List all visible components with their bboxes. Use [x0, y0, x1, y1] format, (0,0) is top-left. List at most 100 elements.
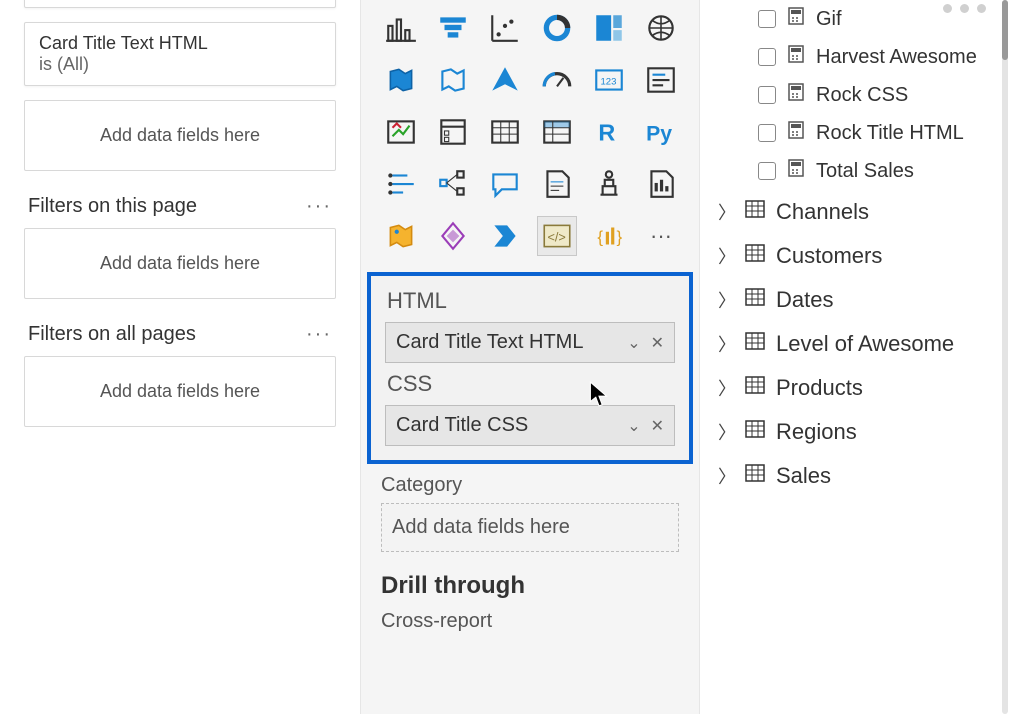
viz-card-icon[interactable]: 123 [589, 60, 629, 100]
filter-dropzone-all[interactable]: Add data fields here [24, 356, 336, 427]
dot-icon [977, 4, 986, 13]
table-item[interactable]: 〉 Customers [700, 234, 1010, 278]
viz-html-content-icon[interactable]: </> [537, 216, 577, 256]
filters-page-header: Filters on this page [28, 195, 197, 218]
field-item[interactable]: Harvest Awesome [700, 38, 1010, 76]
viz-filled-map-icon[interactable] [381, 60, 421, 100]
visualizations-panel: 123 R Py </> {} ··· HTML Card Title Text… [360, 0, 700, 714]
dropzone-label: Add data fields here [100, 125, 260, 145]
viz-donut-icon[interactable] [537, 8, 577, 48]
table-item[interactable]: 〉 Products [700, 366, 1010, 410]
table-item[interactable]: 〉Level of Awesome [700, 322, 1010, 366]
viz-clustered-column-icon[interactable] [381, 8, 421, 48]
close-icon[interactable]: ✕ [651, 333, 664, 353]
viz-qa-icon[interactable] [485, 164, 525, 204]
chevron-right-icon: 〉 [718, 243, 734, 269]
table-label: Sales [776, 463, 831, 489]
dropzone-label: Add data fields here [100, 381, 260, 401]
filter-dropzone-page[interactable]: Add data fields here [24, 228, 336, 299]
well-chip-html[interactable]: Card Title Text HTML ⌄ ✕ [385, 322, 675, 363]
chevron-right-icon: 〉 [718, 375, 734, 401]
table-icon [744, 330, 766, 358]
filter-card[interactable]: Card Title Text HTML is (All) [24, 22, 336, 86]
ellipsis-icon[interactable]: ··· [306, 323, 332, 346]
viz-r-script-icon[interactable]: R [589, 112, 629, 152]
viz-table-icon[interactable] [485, 112, 525, 152]
table-item[interactable]: 〉 Channels [700, 190, 1010, 234]
scrollbar-thumb[interactable] [1002, 0, 1008, 60]
svg-text:123: 123 [601, 76, 617, 87]
table-label: Channels [776, 199, 869, 225]
table-label: Customers [776, 243, 882, 269]
chevron-down-icon[interactable]: ⌄ [627, 333, 640, 353]
viz-funnel-icon[interactable] [433, 8, 473, 48]
viz-gauge-icon[interactable] [537, 60, 577, 100]
table-item[interactable]: 〉Sales [700, 454, 1010, 498]
viz-power-apps-icon[interactable] [433, 216, 473, 256]
viz-decomposition-tree-icon[interactable] [433, 164, 473, 204]
well-dropzone-category[interactable]: Add data fields here [381, 503, 679, 552]
viz-globe-map-icon[interactable] [641, 8, 681, 48]
checkbox[interactable] [758, 124, 776, 142]
calculator-icon [786, 82, 806, 108]
cross-report-label: Cross-report [367, 606, 693, 637]
well-label-category: Category [367, 464, 693, 497]
calculator-icon [786, 44, 806, 70]
ellipsis-icon[interactable]: ··· [306, 195, 332, 218]
filters-panel: is (All) Card Title Text HTML is (All) A… [0, 0, 360, 714]
chevron-down-icon[interactable]: ⌄ [627, 416, 640, 436]
table-label: Regions [776, 419, 857, 445]
close-icon[interactable]: ✕ [651, 416, 664, 436]
svg-text:Py: Py [646, 122, 672, 146]
svg-text:{: { [597, 227, 603, 246]
chevron-right-icon: 〉 [718, 199, 734, 225]
viz-deneb-icon[interactable]: {} [589, 216, 629, 256]
viz-matrix-icon[interactable] [537, 112, 577, 152]
filter-card-truncated[interactable]: is (All) [24, 0, 336, 8]
viz-azure-map-icon[interactable] [485, 60, 525, 100]
table-item[interactable]: 〉Dates [700, 278, 1010, 322]
chevron-right-icon: 〉 [718, 331, 734, 357]
checkbox[interactable] [758, 86, 776, 104]
viz-gallery: 123 R Py </> {} ··· [361, 0, 699, 266]
viz-goals-icon[interactable] [589, 164, 629, 204]
table-icon [744, 374, 766, 402]
table-item[interactable]: 〉Regions [700, 410, 1010, 454]
table-icon [744, 418, 766, 446]
svg-text:</>: </> [547, 229, 565, 244]
checkbox[interactable] [758, 48, 776, 66]
table-label: Products [776, 375, 863, 401]
svg-text:}: } [616, 227, 622, 246]
filters-all-header-row: Filters on all pages ··· [10, 319, 350, 350]
fields-panel: Gif Harvest Awesome Rock CSS Rock Title … [700, 0, 1010, 714]
well-label-css: CSS [379, 367, 681, 405]
filter-card-title: Card Title Text HTML [39, 33, 321, 54]
table-icon [744, 242, 766, 270]
viz-slicer-icon[interactable] [433, 112, 473, 152]
viz-python-icon[interactable]: Py [641, 112, 681, 152]
checkbox[interactable] [758, 162, 776, 180]
viz-paginated-report-icon[interactable] [641, 164, 681, 204]
well-chip-css[interactable]: Card Title CSS ⌄ ✕ [385, 405, 675, 446]
dropzone-label: Add data fields here [392, 516, 570, 538]
field-item[interactable]: Total Sales [700, 152, 1010, 190]
viz-power-automate-icon[interactable] [485, 216, 525, 256]
field-item[interactable]: Rock Title HTML [700, 114, 1010, 152]
viz-scatter-icon[interactable] [485, 8, 525, 48]
filter-dropzone-visual[interactable]: Add data fields here [24, 100, 336, 171]
dropzone-label: Add data fields here [100, 253, 260, 273]
viz-key-influencers-icon[interactable] [381, 164, 421, 204]
field-item[interactable]: Rock CSS [700, 76, 1010, 114]
checkbox[interactable] [758, 10, 776, 28]
viz-kpi-icon[interactable] [381, 112, 421, 152]
well-chip-text: Card Title CSS [396, 414, 528, 437]
filters-page-header-row: Filters on this page ··· [10, 191, 350, 222]
viz-treemap-icon[interactable] [589, 8, 629, 48]
viz-multirow-card-icon[interactable] [641, 60, 681, 100]
viz-smart-narrative-icon[interactable] [537, 164, 577, 204]
field-label: Rock CSS [816, 84, 908, 107]
viz-more-icon[interactable]: ··· [641, 216, 681, 256]
viz-arcgis-icon[interactable] [381, 216, 421, 256]
scrollbar-track[interactable] [1002, 0, 1008, 714]
viz-shape-map-icon[interactable] [433, 60, 473, 100]
